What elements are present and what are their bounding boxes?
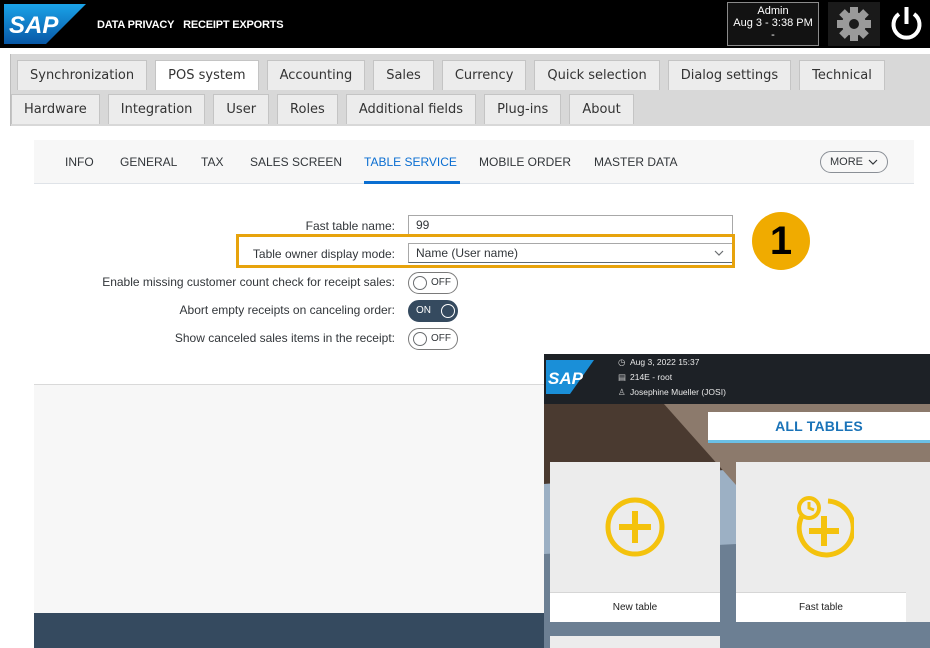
active-tab-indicator [364, 181, 460, 184]
tab-row-1: Synchronization POS system Accounting Sa… [11, 60, 887, 90]
user-name: Admin [757, 5, 789, 17]
tab-technical[interactable]: Technical [799, 60, 885, 90]
subnav-mobile-order[interactable]: MOBILE ORDER [479, 155, 571, 169]
header-extra: - [771, 29, 775, 41]
svg-text:SAP: SAP [9, 12, 59, 39]
mobile-app-screenshot: SAP ◷ Aug 3, 2022 15:37 ▤ 214E - root ♙ Jos… [544, 354, 930, 648]
sap-logo: SAP [4, 4, 86, 44]
subnav-table-service[interactable]: TABLE SERVICE [364, 155, 457, 169]
sub-navigation: INFO GENERAL TAX SALES SCREEN TABLE SERV… [34, 140, 914, 184]
callout-badge: 1 [752, 212, 810, 270]
next-row-tile-partial [550, 636, 720, 648]
tab-about[interactable]: About [569, 94, 634, 124]
tab-accounting[interactable]: Accounting [266, 60, 366, 90]
tab-user[interactable]: User [213, 94, 270, 124]
mobile-register-text: 214E - root [630, 372, 673, 382]
power-icon[interactable] [883, 2, 930, 46]
mobile-register: ▤ 214E - root [618, 372, 672, 383]
register-icon: ▤ [618, 372, 627, 382]
receipt-exports-link[interactable]: RECEIPT EXPORTS [183, 19, 284, 31]
tab-dialog-settings[interactable]: Dialog settings [667, 60, 792, 90]
plus-circle-icon [605, 497, 665, 557]
toggle-knob [441, 304, 455, 318]
chevron-down-icon [868, 159, 878, 165]
subnav-general[interactable]: GENERAL [120, 155, 177, 169]
fast-table-tile[interactable]: Fast table [736, 462, 906, 622]
top-bar: SAP DATA PRIVACY RECEIPT EXPORTS Admin A… [0, 0, 930, 48]
abort-empty-label: Abort empty receipts on canceling order: [179, 303, 395, 317]
top-links: DATA PRIVACY RECEIPT EXPORTS [97, 19, 289, 31]
mobile-user-text: Josephine Mueller (JOSI) [630, 387, 726, 397]
fast-table-label: Fast table [736, 592, 906, 622]
footer-bar [34, 613, 544, 648]
all-tables-header: ALL TABLES [708, 412, 930, 443]
user-info-box[interactable]: Admin Aug 3 - 3:38 PM - [727, 2, 819, 46]
toggle-knob [413, 276, 427, 290]
tab-hardware[interactable]: Hardware [11, 94, 100, 124]
missing-count-label: Enable missing customer count check for … [102, 275, 395, 289]
more-label: MORE [829, 156, 863, 168]
tab-quick-selection[interactable]: Quick selection [534, 60, 660, 90]
show-canceled-label: Show canceled sales items in the receipt… [174, 331, 395, 345]
mobile-header [544, 354, 930, 404]
fast-plus-icon [796, 496, 854, 558]
tab-pos-system[interactable]: POS system [155, 60, 259, 90]
tab-synchronization[interactable]: Synchronization [17, 60, 148, 90]
gear-icon[interactable] [828, 2, 880, 46]
toggle-state: ON [416, 305, 431, 316]
user-icon: ♙ [618, 387, 626, 397]
fast-table-name-input[interactable]: 99 [408, 215, 733, 235]
missing-count-toggle[interactable]: OFF [408, 272, 458, 294]
show-canceled-toggle[interactable]: OFF [408, 328, 458, 350]
settings-tab-panel: Synchronization POS system Accounting Sa… [10, 54, 930, 126]
tab-additional-fields[interactable]: Additional fields [345, 94, 477, 124]
data-privacy-link[interactable]: DATA PRIVACY [97, 19, 174, 31]
header-datetime: Aug 3 - 3:38 PM [733, 17, 813, 29]
clock-icon: ◷ [618, 357, 626, 367]
tab-plug-ins[interactable]: Plug-ins [484, 94, 562, 124]
new-table-tile[interactable]: New table [550, 462, 720, 622]
highlight-box [236, 234, 735, 268]
more-button[interactable]: MORE [820, 151, 888, 173]
tab-roles[interactable]: Roles [277, 94, 338, 124]
next-tile-partial [906, 462, 930, 622]
all-tables-title: ALL TABLES [775, 418, 863, 434]
content-background [34, 385, 544, 613]
toggle-knob [413, 332, 427, 346]
subnav-tax[interactable]: TAX [201, 155, 223, 169]
mobile-datetime: ◷ Aug 3, 2022 15:37 [618, 357, 699, 368]
tab-integration[interactable]: Integration [107, 94, 206, 124]
subnav-master-data[interactable]: MASTER DATA [594, 155, 678, 169]
fast-table-name-label: Fast table name: [305, 219, 395, 233]
toggle-state: OFF [431, 333, 451, 344]
abort-empty-toggle[interactable]: ON [408, 300, 458, 322]
tab-sales[interactable]: Sales [373, 60, 434, 90]
tab-row-2: Hardware Integration User Roles Addition… [11, 94, 636, 124]
svg-text:SAP: SAP [548, 369, 584, 388]
mobile-datetime-text: Aug 3, 2022 15:37 [630, 357, 700, 367]
tab-currency[interactable]: Currency [441, 60, 527, 90]
toggle-state: OFF [431, 277, 451, 288]
sap-logo: SAP [546, 360, 594, 394]
new-table-label: New table [550, 592, 720, 622]
mobile-user: ♙ Josephine Mueller (JOSI) [618, 387, 726, 398]
subnav-sales-screen[interactable]: SALES SCREEN [250, 155, 342, 169]
subnav-info[interactable]: INFO [65, 155, 94, 169]
